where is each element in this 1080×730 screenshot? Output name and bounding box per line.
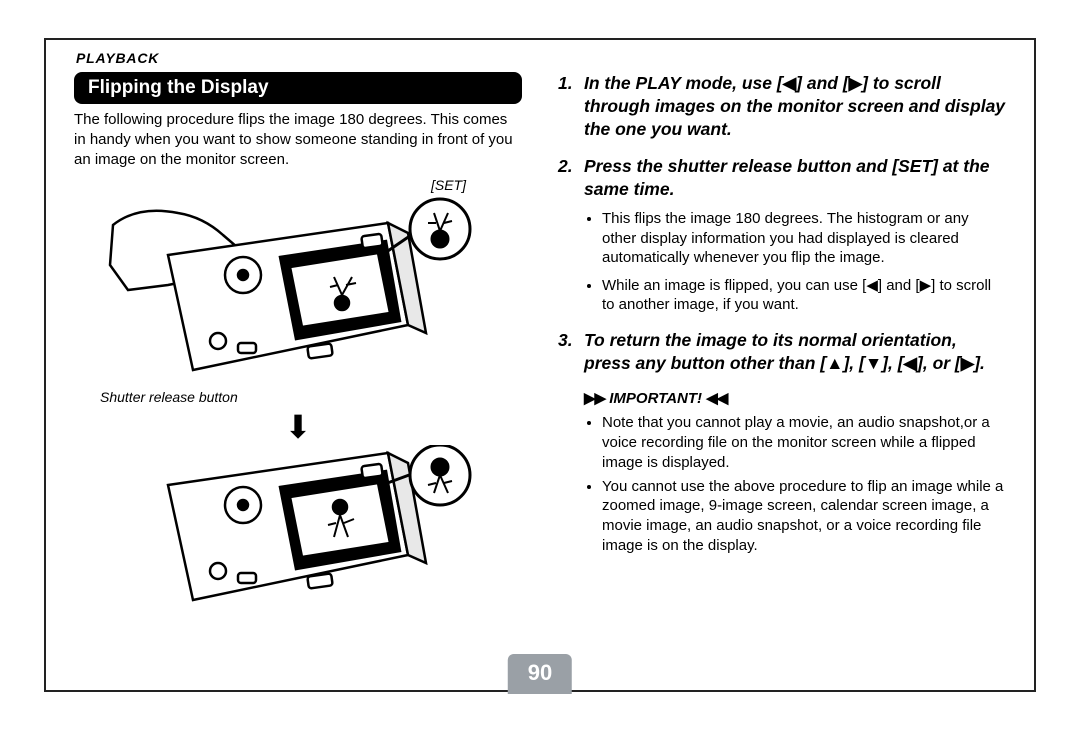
step3-text-c: ], [: [882, 353, 903, 373]
deco-left-arrows-icon: ◀◀: [706, 390, 727, 407]
important-item-1: Note that you cannot play a movie, an au…: [602, 413, 1006, 472]
important-item-2: You cannot use the above procedure to fl…: [602, 477, 1006, 556]
s2b2-a: While an image is flipped, you can use [: [602, 277, 866, 294]
step3-text-d: ], or [: [917, 353, 961, 373]
left-column: Flipping the Display The following proce…: [74, 72, 522, 672]
steps-list: In the PLAY mode, use [◀] and [▶] to scr…: [558, 72, 1006, 375]
step-3: To return the image to its normal orient…: [558, 329, 1006, 375]
manual-page: PLAYBACK Flipping the Display The follow…: [0, 0, 1080, 730]
step3-text-e: ].: [974, 353, 985, 373]
step2-sublist: This flips the image 180 degrees. The hi…: [584, 209, 1006, 315]
right-arrow-icon: ▶: [849, 72, 862, 95]
step2-text: Press the shutter release button and [SE…: [584, 156, 990, 199]
step-2: Press the shutter release button and [SE…: [558, 155, 1006, 315]
camera-before-illustration: [108, 195, 488, 385]
important-label: IMPORTANT!: [609, 390, 702, 407]
deco-right-arrows-icon: ▶▶: [584, 390, 605, 407]
shutter-button-label: Shutter release button: [74, 389, 522, 405]
step2-bullet-1: This flips the image 180 degrees. The hi…: [602, 209, 1006, 268]
intro-paragraph: The following procedure flips the image …: [74, 110, 522, 169]
set-button-label: [SET]: [74, 177, 522, 193]
left-arrow-icon: ◀: [783, 72, 796, 95]
arrow-down-icon: ⬇: [74, 411, 522, 443]
section-title-bar: Flipping the Display: [74, 72, 522, 104]
page-number-badge: 90: [508, 654, 572, 694]
left-arrow-icon: ◀: [904, 352, 917, 375]
right-column: In the PLAY mode, use [◀] and [▶] to scr…: [558, 72, 1006, 672]
two-column-layout: Flipping the Display The following proce…: [74, 72, 1006, 672]
step1-text-b: ] and [: [796, 73, 849, 93]
step1-text-a: In the PLAY mode, use [: [584, 73, 783, 93]
step-1: In the PLAY mode, use [◀] and [▶] to scr…: [558, 72, 1006, 141]
illustration-block: [SET]: [74, 177, 522, 635]
important-heading: ▶▶ IMPORTANT! ◀◀: [558, 389, 1006, 407]
right-arrow-icon: ▶: [920, 276, 932, 296]
section-header: PLAYBACK: [74, 46, 1006, 72]
s2b2-b: ] and [: [878, 277, 920, 294]
up-arrow-icon: ▲: [826, 352, 843, 375]
content-frame: PLAYBACK Flipping the Display The follow…: [44, 38, 1036, 692]
right-arrow-icon: ▶: [961, 352, 974, 375]
camera-after-illustration: [108, 445, 488, 635]
left-arrow-icon: ◀: [866, 276, 878, 296]
step3-text-b: ], [: [843, 353, 864, 373]
down-arrow-icon: ▼: [865, 352, 882, 375]
step2-bullet-2: While an image is flipped, you can use […: [602, 276, 1006, 315]
important-list: Note that you cannot play a movie, an au…: [558, 413, 1006, 556]
